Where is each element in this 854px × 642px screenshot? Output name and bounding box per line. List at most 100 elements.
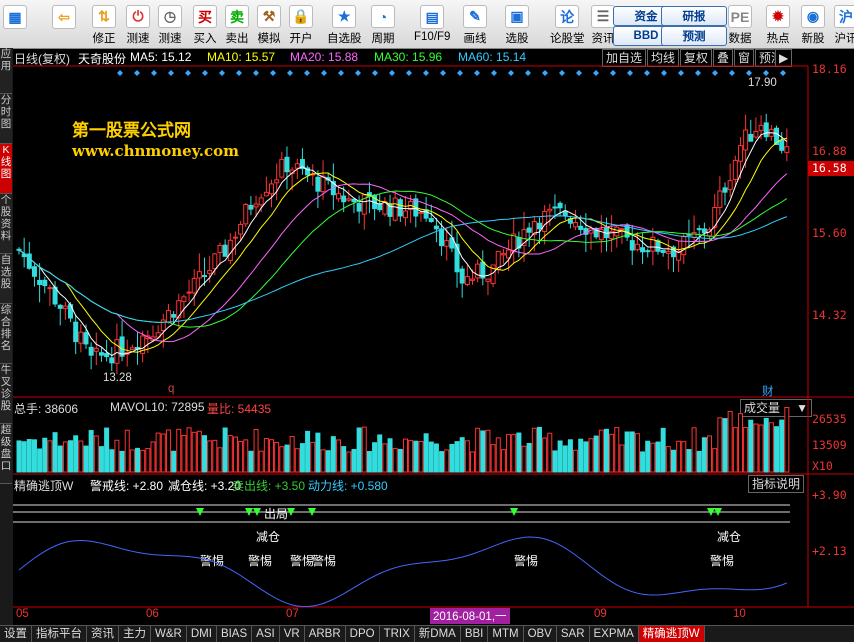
q-annotation: q [168, 383, 174, 395]
toolbar-button[interactable]: ◷测速 [158, 2, 182, 46]
candle-body [58, 305, 62, 308]
indicator-tab[interactable]: TRIX [380, 626, 415, 642]
volume-bar [517, 433, 521, 472]
toolbar-button[interactable]: 论论股堂 [550, 2, 585, 46]
indicator-tab[interactable]: 主力 [119, 626, 151, 642]
sidebar-tab[interactable]: 个股资料 [0, 194, 12, 254]
toolbar-button[interactable]: ⏻测速 [126, 2, 150, 46]
sidebar-tab[interactable]: 综合排名 [0, 304, 12, 364]
indicator-tab[interactable]: BBI [461, 626, 489, 642]
date-tick: 10 [733, 608, 746, 620]
volume-bar [465, 441, 469, 472]
toolbar-button[interactable]: PE数据 [728, 2, 752, 46]
volume-bar [48, 441, 52, 472]
indicator-tab[interactable]: 设置 [0, 626, 32, 642]
indicator-tab[interactable]: OBV [524, 626, 557, 642]
event-diamond-icon [780, 70, 786, 76]
volume-bar [233, 437, 237, 472]
indicator-help-button[interactable]: 指标说明 [748, 475, 804, 493]
toolbar-button[interactable]: ✹热点 [766, 2, 790, 46]
indicator-tab[interactable]: SAR [557, 626, 590, 642]
sidebar-tab[interactable]: 分时图 [0, 94, 12, 144]
indicator-tab[interactable]: 资讯 [87, 626, 119, 642]
indicator-tab[interactable]: DMI [187, 626, 217, 642]
event-diamond-icon [559, 70, 565, 76]
toolbar-button[interactable]: ✎画线 [463, 2, 487, 46]
sidebar-tab[interactable]: K线图 [0, 144, 12, 194]
volume-bar [197, 431, 201, 472]
candle-body [27, 254, 31, 268]
volume-bar [331, 437, 335, 472]
candle-body [373, 195, 377, 208]
indicator-tick: +3.90 [812, 488, 847, 502]
candle-body [754, 131, 758, 137]
forum-icon: 论 [555, 5, 579, 28]
candle-body [285, 157, 289, 171]
sidebar-tab[interactable]: 自选股 [0, 254, 12, 304]
quick-pill-button[interactable]: 研报 [661, 6, 727, 26]
indicator-tab[interactable]: VR [280, 626, 305, 642]
candle-body [785, 147, 789, 153]
toolbar-button[interactable]: 卖卖出 [225, 2, 249, 46]
indicator-tab[interactable]: 指标平台 [32, 626, 87, 642]
chart-option-button[interactable]: 窗 [734, 49, 754, 67]
candle-body [507, 250, 511, 258]
toolbar-button[interactable]: ⇅修正 [92, 2, 116, 46]
chart-option-button[interactable]: 加自选 [602, 49, 646, 67]
sidebar-tab[interactable]: 牛叉诊股 [0, 364, 12, 424]
toolbar-button[interactable]: ⚒模拟 [257, 2, 281, 46]
toolbar-button[interactable]: 🔒开户 [289, 2, 313, 46]
volume-bar [507, 435, 511, 472]
indicator-tab[interactable]: 精确逃顶W [639, 626, 705, 642]
volume-bar [239, 442, 243, 472]
volume-bar [646, 441, 650, 472]
indicator-tab[interactable]: MTM [488, 626, 523, 642]
indicator-signal-label: 警惕 [710, 552, 734, 569]
period-label[interactable]: 日线(复权) [14, 50, 70, 67]
candle-body [455, 244, 459, 271]
candle-body [383, 202, 387, 214]
volume-bar [337, 440, 341, 472]
indicator-tab[interactable]: ASI [252, 626, 280, 642]
toolbar-button[interactable]: 沪沪讯 [834, 2, 854, 46]
volume-bar [764, 418, 768, 472]
volume-bar [146, 449, 150, 472]
chart-option-button[interactable]: 叠 [713, 49, 733, 67]
sidebar-tab[interactable]: 超级盘口 [0, 424, 12, 484]
toolbar-button-label: 测速 [127, 30, 150, 46]
candle-body [280, 159, 284, 177]
quick-pill-button[interactable]: 预测 [661, 26, 727, 46]
indicator-tab[interactable]: 新DMA [415, 626, 461, 642]
event-diamond-icon [117, 70, 123, 76]
indicator-tab[interactable]: EXPMA [590, 626, 639, 642]
chart-option-button[interactable]: 复权 [680, 49, 712, 67]
toolbar-button[interactable]: ☰资讯 [591, 2, 615, 46]
toolbar-button[interactable]: ▤F10/F9 [414, 2, 450, 46]
sidebar-tab[interactable]: 应用 [0, 48, 12, 94]
candle-body [584, 229, 588, 235]
chart-option-button[interactable]: 均线 [647, 49, 679, 67]
volume-bar [749, 420, 753, 472]
candle-body [218, 245, 222, 252]
toolbar-button[interactable]: ◔周期 [371, 2, 395, 46]
indicator-tab[interactable]: ARBR [305, 626, 346, 642]
ma60-line [19, 216, 787, 323]
toolbar-button[interactable]: 买买入 [193, 2, 217, 46]
toolbar-button[interactable]: ◉新股 [801, 2, 825, 46]
indicator-tab[interactable]: DPO [346, 626, 380, 642]
toolbar-button[interactable]: ▦ [3, 2, 27, 46]
toolbar-button[interactable]: ▣选股 [505, 2, 529, 46]
candle-body [486, 279, 490, 281]
toolbar-button[interactable]: ★自选股 [327, 2, 362, 46]
toolbar-button[interactable]: ⇦ [52, 2, 76, 46]
expand-arrow-icon[interactable]: ▶ [775, 49, 792, 67]
candle-body [733, 160, 737, 179]
indicator-tab[interactable]: BIAS [217, 626, 252, 642]
indicator-tab[interactable]: W&R [151, 626, 187, 642]
volume-type-dropdown[interactable]: 成交量 ▼ [740, 399, 812, 417]
pencil-icon: ✎ [463, 5, 487, 28]
candle-body [599, 230, 603, 240]
candle-body [290, 170, 294, 173]
candle-body [491, 265, 495, 284]
candle-body [574, 223, 578, 227]
